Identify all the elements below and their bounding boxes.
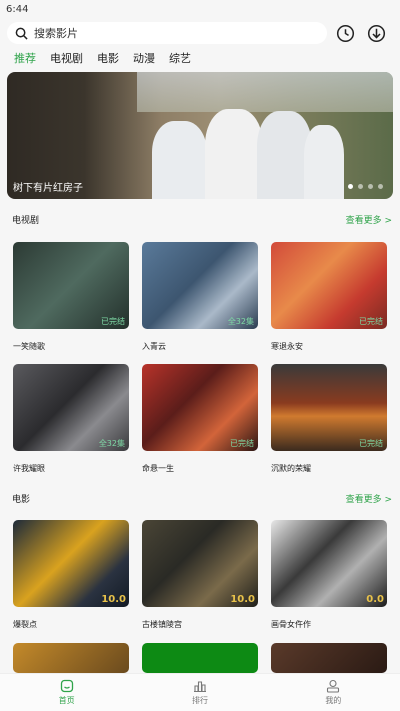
poster-image: 10.0	[13, 520, 129, 607]
home-icon	[60, 679, 73, 693]
poster-image: 10.0	[142, 520, 258, 607]
bottom-navigation: 首页 排行 我的	[0, 673, 400, 711]
top-bar	[7, 22, 393, 44]
tab-tv-series[interactable]: 电视剧	[50, 52, 83, 66]
media-card[interactable]: 已完结 命悬一生	[142, 364, 258, 474]
nav-home[interactable]: 首页	[27, 679, 107, 706]
media-card[interactable]	[13, 643, 129, 673]
card-title: 许我耀眼	[13, 464, 45, 473]
featured-banner[interactable]: 树下有片红房子	[7, 72, 393, 199]
poster-image: 已完结	[271, 242, 387, 329]
search-icon	[15, 27, 28, 40]
status-bar: 6:44	[0, 0, 400, 18]
poster-image: 已完结	[142, 364, 258, 451]
search-input[interactable]	[34, 26, 294, 40]
more-link-tv[interactable]: 查看更多 >	[346, 213, 392, 226]
download-icon[interactable]	[366, 23, 386, 43]
banner-dot[interactable]	[368, 184, 373, 189]
poster-image	[142, 643, 258, 673]
history-icon[interactable]	[335, 23, 355, 43]
banner-figure	[152, 121, 207, 199]
card-title: 古楼镇陵宫	[142, 620, 182, 629]
banner-figure	[304, 125, 344, 199]
media-card[interactable]: 全32集 入青云	[142, 242, 258, 352]
user-icon	[327, 679, 340, 693]
media-card[interactable]: 全32集 许我耀眼	[13, 364, 129, 474]
card-title: 寒退永安	[271, 342, 303, 351]
nav-label: 首页	[58, 696, 75, 705]
banner-dot[interactable]	[358, 184, 363, 189]
poster-image	[271, 643, 387, 673]
status-badge: 全32集	[98, 439, 125, 448]
nav-ranking[interactable]: 排行	[160, 679, 240, 706]
tab-recommend[interactable]: 推荐	[14, 52, 36, 66]
status-badge: 已完结	[359, 439, 383, 448]
section-title: 电影	[12, 494, 31, 505]
search-bar[interactable]	[7, 22, 327, 44]
media-card[interactable]: 已完结 寒退永安	[271, 242, 387, 352]
media-card[interactable]: 已完结 沉默的荣耀	[271, 364, 387, 474]
media-card[interactable]: 已完结 一笑随歌	[13, 242, 129, 352]
movie-grid: 10.0 爆裂点 10.0 古楼镇陵宫 0.0 画骨女仵作	[13, 520, 387, 673]
card-title: 一笑随歌	[13, 342, 45, 351]
card-title: 入青云	[142, 342, 166, 351]
status-badge: 全32集	[227, 317, 254, 326]
category-tabs: 推荐 电视剧 电影 动漫 综艺	[14, 52, 191, 66]
media-card[interactable]	[271, 643, 387, 673]
section-header-movies: 电影 查看更多 >	[12, 491, 392, 505]
media-card[interactable]: 10.0 古楼镇陵宫	[142, 520, 258, 630]
status-badge: 已完结	[359, 317, 383, 326]
media-card[interactable]	[142, 643, 258, 673]
section-header-tv: 电视剧 查看更多 >	[12, 212, 392, 226]
tv-grid: 已完结 一笑随歌 全32集 入青云 已完结 寒退永安 全32集 许我耀眼 已完结…	[13, 242, 387, 482]
poster-image	[13, 643, 129, 673]
banner-dot[interactable]	[378, 184, 383, 189]
poster-image: 0.0	[271, 520, 387, 607]
status-time: 6:44	[6, 3, 29, 15]
poster-image: 全32集	[13, 364, 129, 451]
tab-anime[interactable]: 动漫	[133, 52, 155, 66]
status-badge: 已完结	[230, 439, 254, 448]
status-badge: 已完结	[101, 317, 125, 326]
tab-movies[interactable]: 电影	[97, 52, 119, 66]
nav-label: 我的	[325, 696, 342, 705]
poster-image: 已完结	[271, 364, 387, 451]
card-title: 画骨女仵作	[271, 620, 311, 629]
media-card[interactable]: 0.0 画骨女仵作	[271, 520, 387, 630]
tab-variety[interactable]: 综艺	[169, 52, 191, 66]
score-label: 10.0	[230, 594, 255, 605]
nav-label: 排行	[191, 696, 208, 705]
banner-figure	[205, 109, 263, 199]
score-label: 0.0	[366, 594, 384, 605]
poster-image: 已完结	[13, 242, 129, 329]
nav-profile[interactable]: 我的	[293, 679, 373, 706]
score-label: 10.0	[101, 594, 126, 605]
card-title: 爆裂点	[13, 620, 37, 629]
media-card[interactable]: 10.0 爆裂点	[13, 520, 129, 630]
banner-title: 树下有片红房子	[13, 183, 83, 194]
banner-dot[interactable]	[348, 184, 353, 189]
card-title: 沉默的荣耀	[271, 464, 311, 473]
poster-image: 全32集	[142, 242, 258, 329]
more-link-movies[interactable]: 查看更多 >	[346, 492, 392, 505]
ranking-icon	[193, 681, 206, 693]
banner-indicator	[348, 184, 383, 189]
card-title: 命悬一生	[142, 464, 174, 473]
banner-background	[137, 72, 393, 112]
section-title: 电视剧	[12, 215, 40, 226]
